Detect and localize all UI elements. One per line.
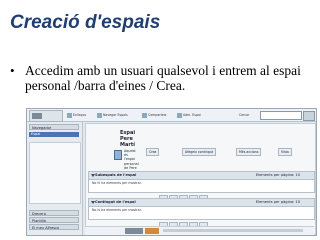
footer-text: [163, 229, 303, 232]
sidebar-item-space[interactable]: Espai: [29, 132, 79, 137]
subspaces-pager[interactable]: [159, 186, 229, 201]
collapse-icon[interactable]: [91, 201, 95, 204]
app-footer: [85, 226, 314, 235]
space-folder-icon: [114, 150, 122, 160]
app-toolbar: Enllaços Navegar Espais Comparteix Adm. …: [27, 109, 316, 122]
space-name: Espai Pere Martí: [120, 130, 136, 148]
alfresco-logo-icon: [29, 110, 63, 122]
toolbar-links[interactable]: Enllaços: [67, 111, 86, 119]
content-section: Contingut de l'espai Elements per pàgina…: [88, 198, 315, 228]
alfresco-footer-logo-icon: [125, 228, 143, 234]
search-input[interactable]: [260, 111, 302, 120]
toolbar-browse-spaces[interactable]: Navegar Espais: [97, 111, 128, 119]
alfresco-screenshot: Enllaços Navegar Espais Comparteix Adm. …: [26, 108, 317, 236]
toolbar-admin[interactable]: Adm. Espai: [177, 111, 201, 119]
navigator-tree: [29, 142, 81, 204]
slide-bullet: • Accedim amb un usuari qualsevol i entr…: [10, 63, 314, 93]
sidebar-panel-my-alfresco[interactable]: El meu Alfresco: [29, 224, 79, 230]
bullet-text: Accedim amb un usuari qualsevol i entrem…: [25, 63, 301, 93]
main-content: Espai Pere Martí Aquest és l'espai perso…: [85, 123, 316, 235]
subspaces-section: Subespais de l'espai Elements per pàgina…: [88, 171, 315, 201]
view-button[interactable]: Vista: [278, 148, 292, 156]
subspaces-header[interactable]: Subespais de l'espai Elements per pàgina…: [89, 172, 314, 180]
collapse-icon[interactable]: [91, 174, 95, 177]
sidebar-panel-shortcuts[interactable]: Drecera: [29, 210, 79, 216]
slide-title: Creació d'espais: [10, 12, 161, 33]
bullet-dot-icon: •: [10, 63, 15, 78]
toolbar-share[interactable]: Comparteix: [142, 111, 167, 119]
more-actions-button[interactable]: Més accions: [236, 148, 262, 156]
search-label: Cercar: [239, 113, 250, 117]
content-pager[interactable]: [159, 213, 229, 228]
space-description: Aquest és l'espai personal de Pere: [124, 149, 139, 170]
search-go-button[interactable]: [303, 111, 315, 121]
create-menu-button[interactable]: Crea: [146, 148, 160, 156]
sidebar: Navegador Espai Drecera Plantilla El meu…: [27, 122, 83, 235]
sidebar-panel-templates[interactable]: Plantilla: [29, 217, 79, 223]
content-header[interactable]: Contingut de l'espai Elements per pàgina…: [89, 199, 314, 207]
partner-logo-icon: [145, 228, 159, 234]
navigator-panel-header[interactable]: Navegador: [29, 124, 79, 130]
add-content-button[interactable]: Afegeix contingut: [182, 148, 217, 156]
